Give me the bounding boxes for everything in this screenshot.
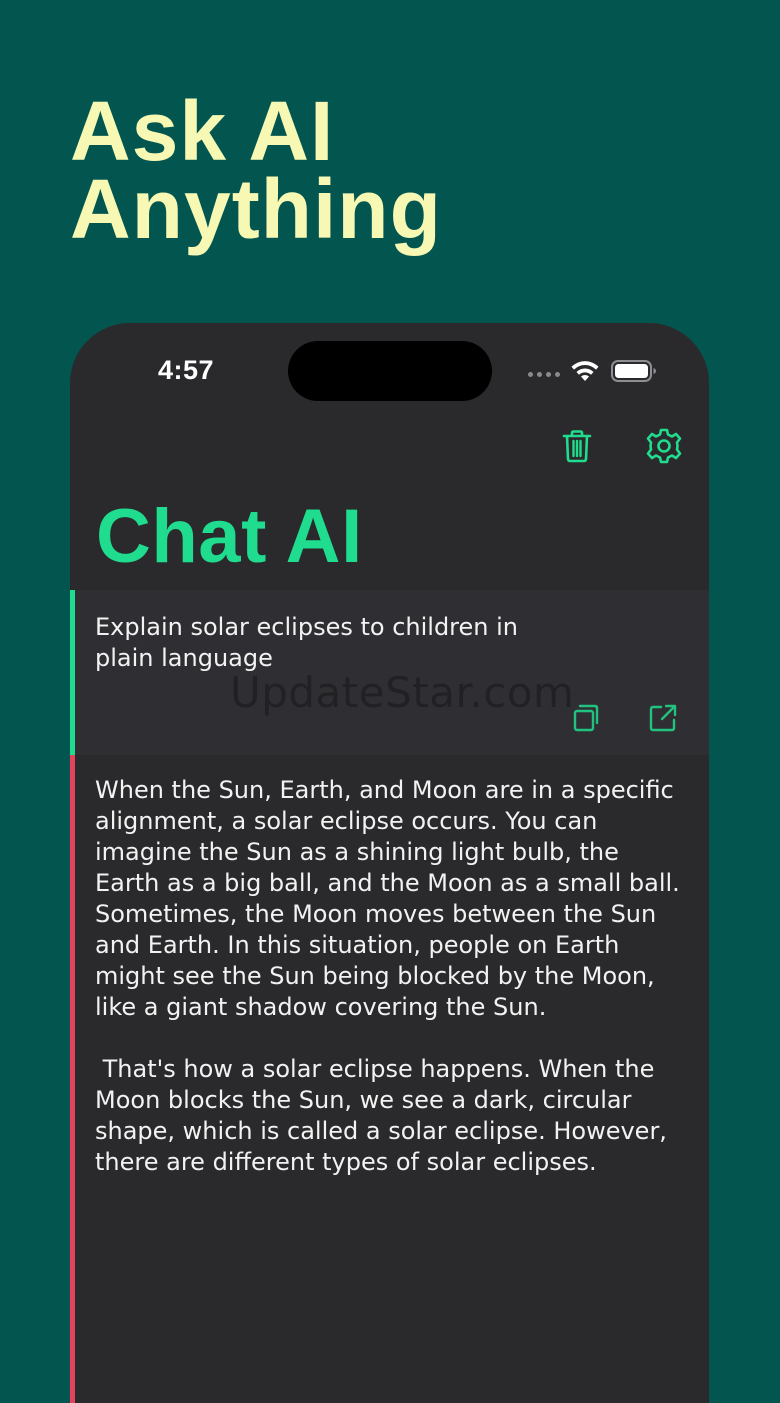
user-message-text: Explain solar eclipses to children in pl… <box>95 613 518 672</box>
copy-icon[interactable] <box>571 702 603 734</box>
promo-headline-line2: Anything <box>70 162 442 256</box>
cellular-signal-icon <box>528 372 560 377</box>
ai-response: When the Sun, Earth, and Moon are in a s… <box>70 755 709 1403</box>
trash-icon <box>562 430 592 463</box>
watermark: UpdateStar.com <box>230 668 575 717</box>
status-time: 4:57 <box>158 355 215 385</box>
user-message: Explain solar eclipses to children in pl… <box>70 590 709 755</box>
phone-frame: 4:57 Chat AI Explain solar eclipses to c <box>70 323 709 1403</box>
ai-response-text: When the Sun, Earth, and Moon are in a s… <box>95 775 687 1209</box>
ai-response-paragraph: When the Sun, Earth, and Moon are in a s… <box>95 776 688 1021</box>
ai-response-paragraph: That's how a solar eclipse happens. When… <box>95 1055 675 1176</box>
wifi-icon <box>571 361 599 381</box>
delete-chat-button[interactable] <box>557 426 597 466</box>
share-icon[interactable] <box>647 702 679 734</box>
gear-icon <box>646 428 682 464</box>
page-title: Chat AI <box>96 494 363 579</box>
promo-headline: Ask AI Anything <box>70 84 442 256</box>
dynamic-island <box>288 341 492 401</box>
promo-headline-line1: Ask AI <box>70 84 335 178</box>
battery-icon <box>611 360 656 382</box>
settings-button[interactable] <box>644 426 684 466</box>
